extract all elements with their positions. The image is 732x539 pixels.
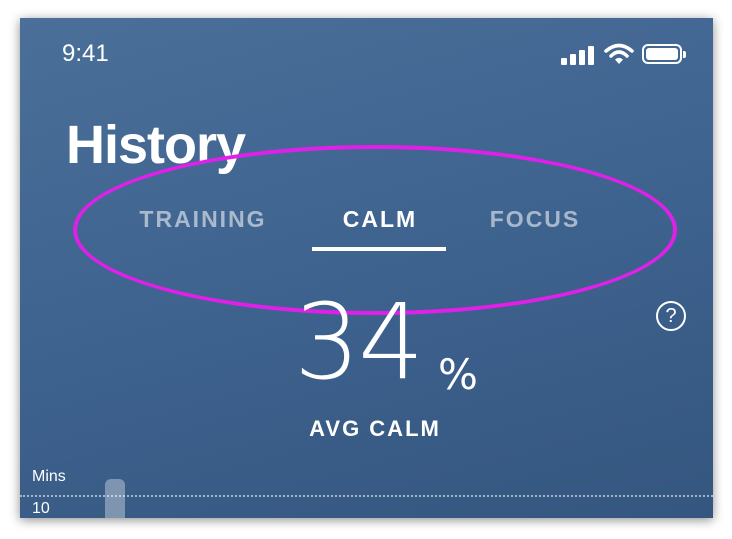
- avg-calm-label: AVG CALM: [309, 416, 441, 441]
- chart-axis-tick: 10: [32, 500, 50, 517]
- question-icon: ?: [665, 305, 677, 327]
- avg-calm-value: 34: [294, 281, 424, 403]
- help-button[interactable]: ?: [656, 301, 686, 331]
- signal-icon: [561, 45, 597, 65]
- chart-bar: [105, 479, 125, 518]
- wifi-icon: [604, 43, 634, 64]
- chart-axis-unit: Mins: [32, 468, 66, 485]
- battery-icon: [642, 44, 686, 64]
- avg-calm-unit: %: [438, 350, 478, 399]
- app-screen: 9:41 History TRAINING CALM FOCUS ? 34 % …: [20, 18, 713, 518]
- status-time: 9:41: [62, 40, 109, 67]
